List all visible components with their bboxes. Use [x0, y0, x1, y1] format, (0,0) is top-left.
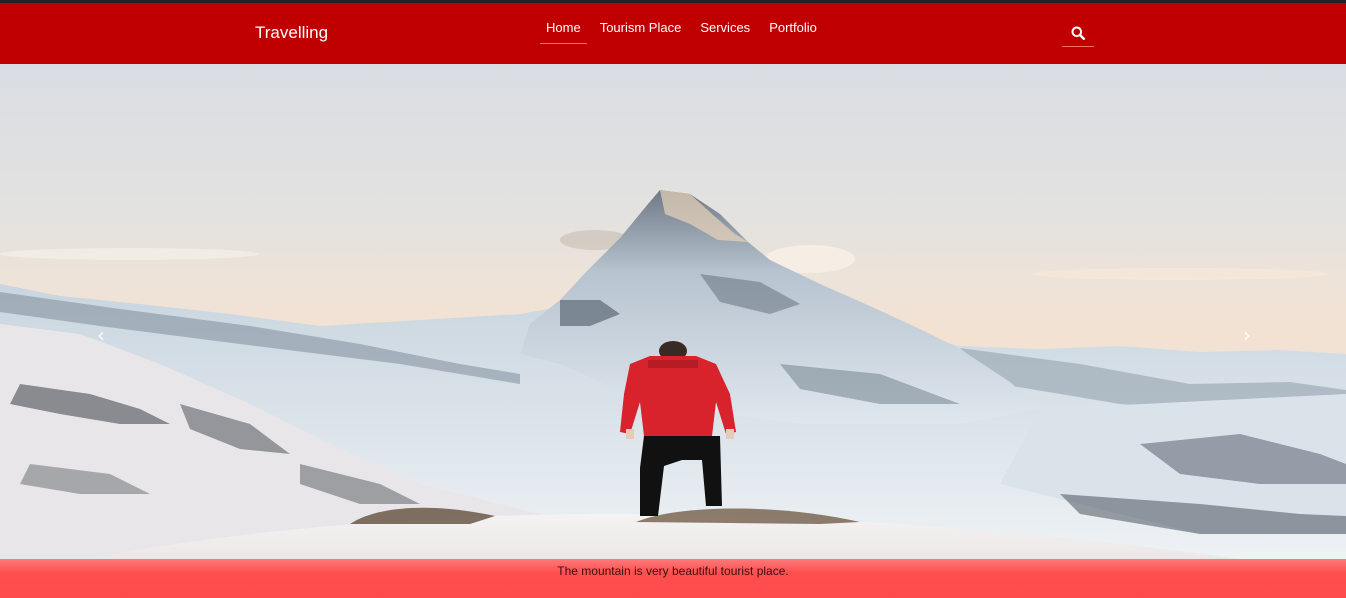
- caption-text: The mountain is very beautiful tourist p…: [557, 564, 789, 578]
- mountain-scene-image: [0, 190, 1346, 559]
- nav-link-tourism-place[interactable]: Tourism Place: [591, 3, 691, 44]
- nav-link-services[interactable]: Services: [691, 3, 759, 44]
- hero-carousel: ‹ ›: [0, 64, 1346, 559]
- carousel-caption: The mountain is very beautiful tourist p…: [0, 559, 1346, 598]
- carousel-next-button[interactable]: ›: [1232, 320, 1262, 350]
- brand-link[interactable]: Travelling: [255, 23, 328, 43]
- nav-item-tourism-place: Tourism Place: [591, 3, 692, 64]
- chevron-right-icon: ›: [1243, 323, 1251, 347]
- nav-link-portfolio[interactable]: Portfolio: [760, 3, 826, 44]
- chevron-left-icon: ‹: [97, 323, 105, 347]
- nav-link-home[interactable]: Home: [540, 3, 587, 44]
- search-icon: [1071, 26, 1085, 40]
- nav-item-services: Services: [691, 3, 760, 64]
- carousel-prev-button[interactable]: ‹: [86, 320, 116, 350]
- main-nav: Home Tourism Place Services Portfolio: [540, 3, 827, 64]
- nav-item-portfolio: Portfolio: [760, 3, 827, 64]
- nav-item-home: Home: [540, 3, 591, 64]
- navbar: Travelling Home Tourism Place Services P…: [0, 3, 1346, 64]
- search-button[interactable]: [1062, 19, 1094, 47]
